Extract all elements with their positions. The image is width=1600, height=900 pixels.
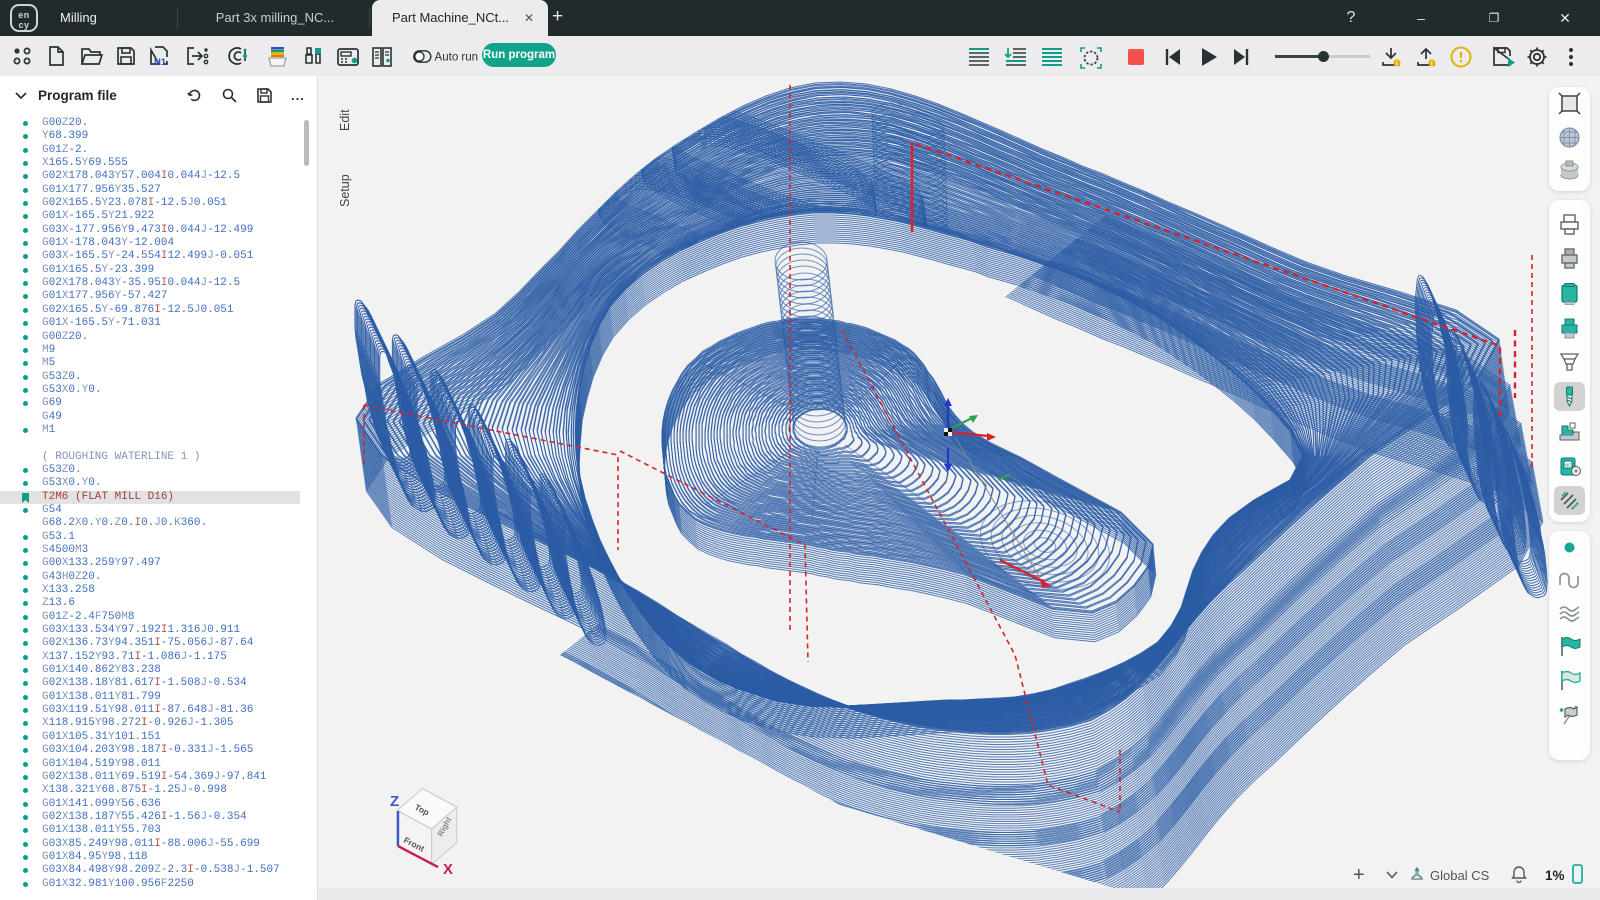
svg-text:N1: N1 xyxy=(154,57,167,68)
svg-text:X: X xyxy=(443,861,453,878)
svg-text:!: ! xyxy=(1431,61,1433,68)
svg-text:!: ! xyxy=(1396,61,1398,68)
svg-text:Z: Z xyxy=(390,793,399,810)
